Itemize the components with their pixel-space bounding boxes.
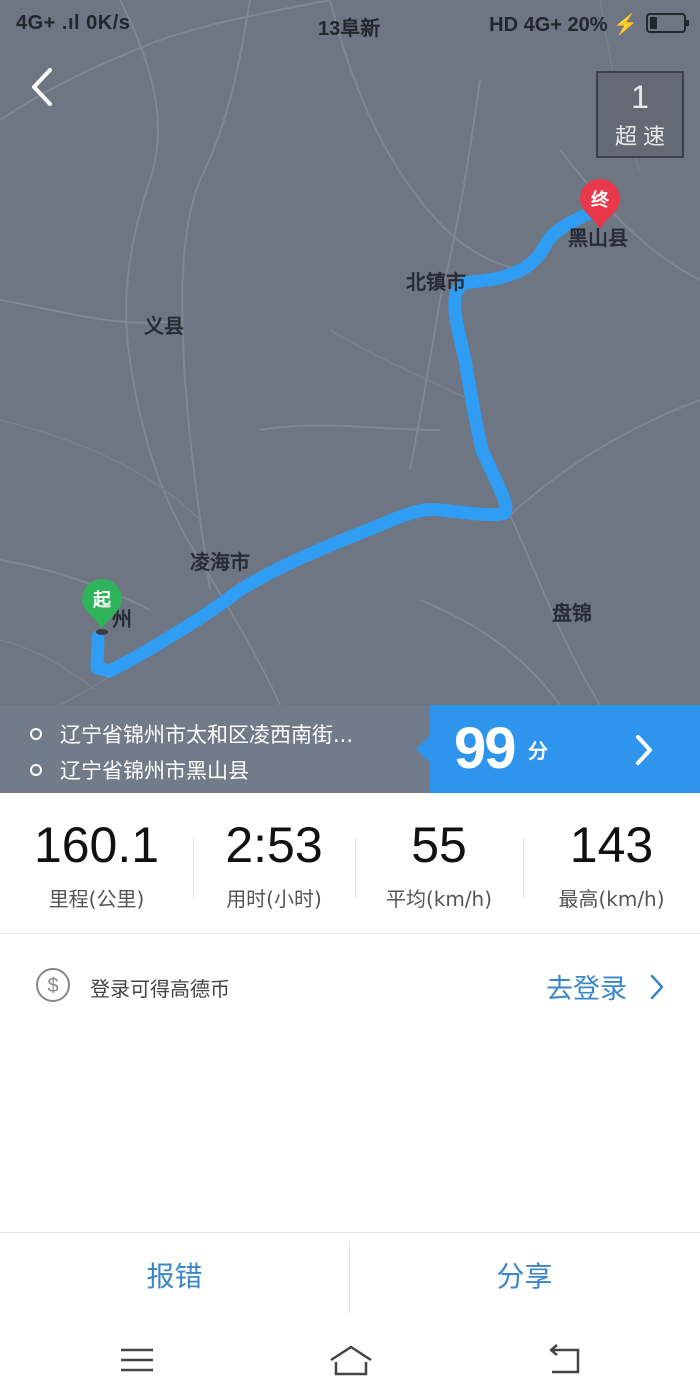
share-button[interactable]: 分享 (350, 1233, 699, 1321)
stat-duration-label: 用时(小时) (226, 887, 322, 911)
login-link[interactable]: 去登录 (546, 967, 627, 1006)
destination-dot-icon (30, 764, 42, 776)
stat-average-value: 55 (411, 817, 467, 873)
stat-duration-value: 2:53 (225, 817, 323, 873)
origin-row: 辽宁省锦州市太和区凌西南街... (30, 719, 353, 749)
stat-distance-value: 160.1 (33, 817, 160, 873)
status-notification: 13阜新 (318, 18, 381, 40)
start-marker: 起 (80, 577, 124, 635)
chevron-left-icon (32, 68, 52, 106)
destination-row: 辽宁省锦州市黑山县 (30, 755, 249, 785)
back-button[interactable] (24, 62, 68, 112)
score-value: 99 (454, 716, 516, 781)
status-right: HD 4G+ 20% ⚡ (489, 14, 638, 36)
report-error-button[interactable]: 报错 (0, 1233, 349, 1321)
login-reward-text: 登录可得高德币 (90, 977, 230, 1001)
svg-text:$: $ (47, 975, 58, 997)
chevron-right-icon[interactable] (648, 973, 666, 1001)
stat-duration: 2:53 用时(小时) (193, 793, 355, 933)
origin-dot-icon (30, 728, 42, 740)
stat-distance-label: 里程(公里) (48, 887, 145, 911)
menu-icon[interactable] (117, 1342, 157, 1378)
score-unit: 分 (528, 739, 548, 763)
origin-address: 辽宁省锦州市太和区凌西南街... (60, 723, 354, 747)
stat-average-label: 平均(km/h) (385, 887, 493, 911)
coin-icon: $ (36, 968, 70, 1002)
start-marker-text: 起 (93, 590, 111, 611)
login-reward-row: $ 登录可得高德币 去登录 (0, 933, 700, 1037)
status-left: 4G+ .ıl 0K/s (16, 12, 131, 34)
city-label-linghai: 凌海市 (190, 550, 250, 574)
destination-address: 辽宁省锦州市黑山县 (60, 759, 249, 783)
stat-distance: 160.1 里程(公里) (0, 793, 193, 933)
status-bar: 4G+ .ıl 0K/s 13阜新 HD 4G+ 20% ⚡ (0, 0, 700, 48)
action-bar: 报错 分享 (0, 1232, 700, 1321)
home-icon[interactable] (327, 1342, 375, 1378)
trip-stats: 160.1 里程(公里) 2:53 用时(小时) 55 平均(km/h) 143… (0, 793, 700, 934)
city-label-beizhen: 北镇市 (406, 270, 466, 294)
speeding-count: 1 (631, 79, 649, 115)
chevron-right-icon (636, 735, 652, 765)
stat-max-value: 143 (569, 817, 654, 873)
end-marker-text: 终 (591, 190, 609, 211)
system-nav-bar (0, 1320, 700, 1400)
stat-max-label: 最高(km/h) (558, 887, 665, 911)
route-line (90, 206, 597, 678)
stat-max-speed: 143 最高(km/h) (523, 793, 700, 933)
driving-score-button[interactable]: 99 分 (416, 705, 700, 793)
end-marker: 终 (578, 177, 622, 231)
battery-icon (646, 13, 689, 33)
speeding-label: 超速 (614, 124, 671, 149)
city-label-panjin: 盘锦 (552, 601, 592, 625)
stat-average-speed: 55 平均(km/h) (355, 793, 523, 933)
city-label-yixian: 义县 (144, 314, 184, 338)
back-nav-icon[interactable] (544, 1342, 584, 1378)
route-map[interactable]: 4G+ .ıl 0K/s 13阜新 HD 4G+ 20% ⚡ 1 超速 黑山县 … (0, 0, 700, 705)
speeding-counter[interactable]: 1 超速 (596, 71, 684, 158)
